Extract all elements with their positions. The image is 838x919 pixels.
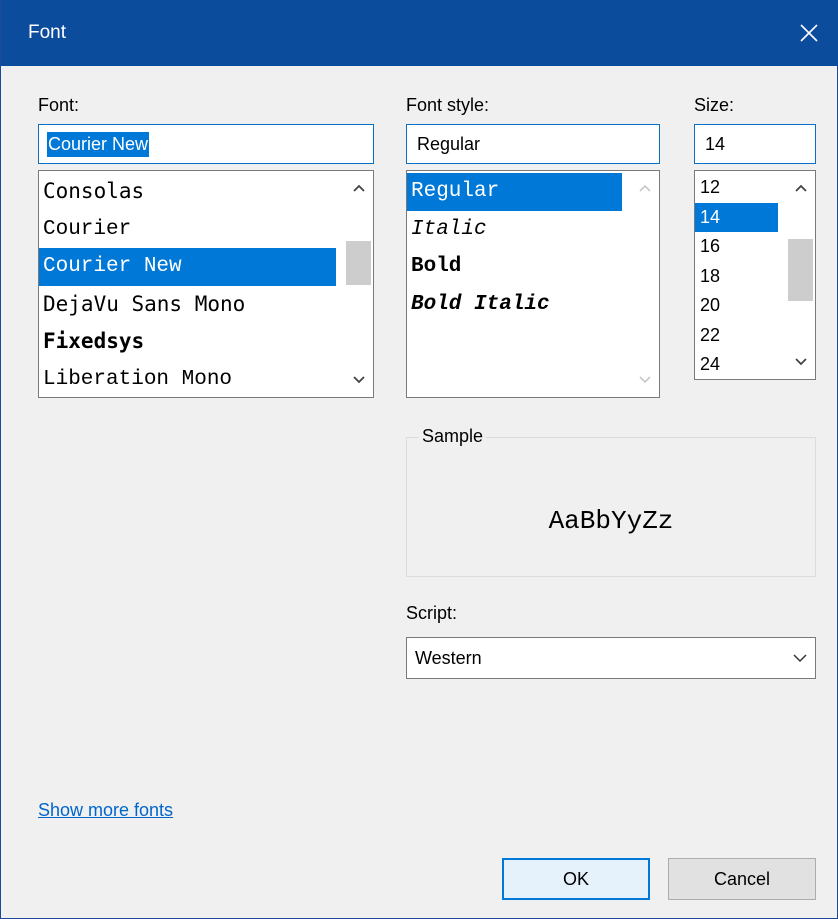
size-list-item[interactable]: 24 bbox=[695, 350, 778, 379]
font-list-item[interactable]: Courier bbox=[39, 211, 336, 249]
size-list-scroll-down[interactable] bbox=[786, 349, 815, 375]
size-label: Size: bbox=[694, 95, 735, 115]
font-list-item[interactable]: DejaVu Sans Mono bbox=[39, 286, 336, 324]
size-list-scroll-up[interactable] bbox=[786, 175, 815, 201]
size-list-item[interactable]: 22 bbox=[695, 321, 778, 351]
font-list-items: Consolas Courier Courier New DejaVu Sans Mo… bbox=[39, 173, 336, 398]
font-list-scrollbar[interactable] bbox=[344, 171, 373, 397]
script-select-value: Western bbox=[415, 647, 482, 668]
dialog-title: Font bbox=[28, 22, 67, 43]
font-style-list[interactable]: Regular Italic Bold Bold Italic bbox=[406, 170, 660, 398]
font-style-list-item[interactable]: Bold Italic bbox=[407, 286, 622, 324]
script-select-arrow bbox=[793, 638, 807, 678]
chevron-down-icon bbox=[638, 376, 651, 384]
font-list-scroll-thumb[interactable] bbox=[346, 241, 371, 285]
chevron-down-icon bbox=[794, 358, 807, 366]
font-list-item[interactable]: Liberation Mono bbox=[39, 361, 336, 398]
sample-group: AaBbYyZz bbox=[406, 437, 816, 577]
size-list-item[interactable]: 14 bbox=[695, 202, 778, 232]
size-input[interactable]: 14 bbox=[694, 124, 816, 164]
close-icon bbox=[800, 24, 818, 42]
font-dialog: Font Font: Courier New Consolas Courier Co… bbox=[0, 0, 838, 919]
title-bar[interactable]: Font bbox=[1, 0, 838, 66]
script-select[interactable]: Western bbox=[406, 637, 816, 679]
chevron-up-icon bbox=[638, 184, 651, 192]
font-style-label: Font style: bbox=[406, 95, 490, 115]
size-list-item[interactable]: 12 bbox=[695, 173, 778, 203]
font-list[interactable]: Consolas Courier Courier New DejaVu Sans Mo… bbox=[38, 170, 374, 398]
font-list-item[interactable]: Consolas bbox=[39, 173, 336, 211]
font-name-input-value: Courier New bbox=[47, 131, 150, 157]
font-name-input[interactable]: Courier New bbox=[38, 124, 374, 164]
size-list-scroll-thumb[interactable] bbox=[788, 239, 813, 301]
chevron-up-icon bbox=[352, 184, 365, 192]
font-style-list-item[interactable]: Regular bbox=[407, 173, 622, 211]
size-list-items: 12 14 16 18 20 22 24 bbox=[695, 173, 778, 379]
cancel-button-label: Cancel bbox=[713, 868, 771, 889]
font-style-list-items: Regular Italic Bold Bold Italic bbox=[407, 173, 622, 323]
font-style-input-value: Regular bbox=[417, 133, 481, 154]
font-style-input[interactable]: Regular bbox=[406, 124, 660, 164]
font-style-scroll-down bbox=[630, 367, 659, 393]
cancel-button[interactable]: Cancel bbox=[668, 858, 816, 900]
chevron-down-icon bbox=[352, 376, 365, 384]
font-style-list-item[interactable]: Bold bbox=[407, 248, 622, 286]
font-style-list-scrollbar bbox=[630, 171, 659, 397]
size-list-item[interactable]: 16 bbox=[695, 232, 778, 262]
font-list-scroll-down[interactable] bbox=[344, 367, 373, 393]
size-list-scrollbar[interactable] bbox=[786, 171, 815, 379]
size-list-item[interactable]: 20 bbox=[695, 291, 778, 321]
chevron-down-icon bbox=[793, 653, 807, 662]
size-list-item[interactable]: 18 bbox=[695, 262, 778, 292]
font-style-list-item[interactable]: Italic bbox=[407, 211, 622, 249]
sample-legend: Sample bbox=[419, 426, 487, 447]
ok-button[interactable]: OK bbox=[502, 858, 650, 900]
chevron-up-icon bbox=[794, 184, 807, 192]
font-style-scroll-up bbox=[630, 175, 659, 201]
show-more-fonts-link[interactable]: Show more fonts bbox=[38, 800, 173, 821]
sample-text: AaBbYyZz bbox=[548, 506, 674, 536]
font-label: Font: bbox=[38, 95, 80, 115]
font-list-item[interactable]: Fixedsys bbox=[39, 323, 336, 361]
size-list[interactable]: 12 14 16 18 20 22 24 bbox=[694, 170, 816, 380]
close-button[interactable] bbox=[779, 0, 838, 66]
ok-button-label: OK bbox=[562, 868, 589, 889]
size-input-value: 14 bbox=[705, 133, 726, 154]
font-list-item[interactable]: Courier New bbox=[39, 248, 336, 286]
font-list-scroll-up[interactable] bbox=[344, 175, 373, 201]
script-label: Script: bbox=[406, 603, 458, 623]
